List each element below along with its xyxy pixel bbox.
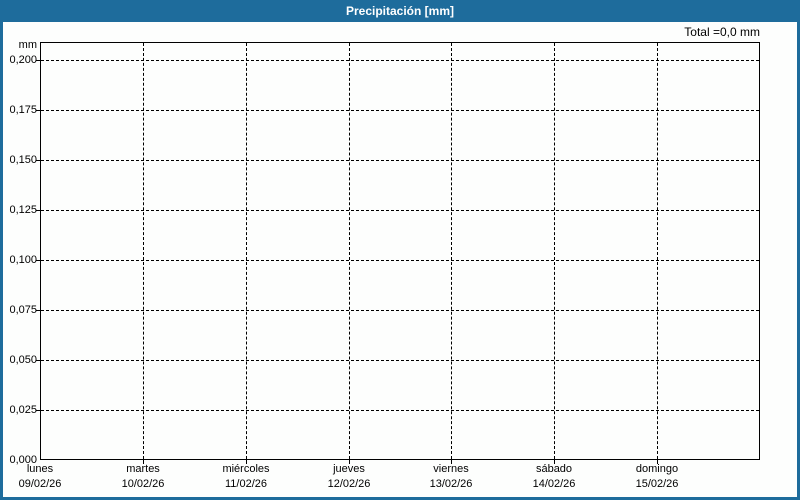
x-day-label: martes <box>126 463 160 475</box>
x-day-label: sábado <box>535 463 573 475</box>
h-gridline <box>41 110 759 111</box>
x-date-label: 10/02/26 <box>121 478 165 490</box>
x-date-label: 09/02/26 <box>18 478 62 490</box>
y-tick-label: 0,050 <box>9 354 37 366</box>
y-tick-label: 0,075 <box>9 304 37 316</box>
v-gridline <box>143 43 144 459</box>
x-date-label: 15/02/26 <box>635 478 679 490</box>
x-day-label: jueves <box>333 463 365 475</box>
v-gridline <box>657 43 658 459</box>
x-day-label: lunes <box>26 463 54 475</box>
y-tick-label: 0,150 <box>9 154 37 166</box>
v-gridline <box>349 43 350 459</box>
x-date-label: 13/02/26 <box>429 478 473 490</box>
v-gridline <box>451 43 452 459</box>
y-axis-unit-label: mm <box>18 39 37 51</box>
x-date-label: 11/02/26 <box>224 478 267 490</box>
h-gridline <box>41 310 759 311</box>
total-precipitation-label: Total =0,0 mm <box>684 25 760 39</box>
y-tick-label: 0,125 <box>9 204 37 216</box>
chart-title: Precipitación [mm] <box>345 4 455 18</box>
y-tick-label: 0,100 <box>9 254 37 266</box>
x-day-label: domingo <box>635 463 679 475</box>
x-day-label: viernes <box>433 463 469 475</box>
v-gridline <box>246 43 247 459</box>
precipitation-chart-window: Precipitación [mm] Total =0,0 mm mm 0,00… <box>0 0 800 500</box>
h-gridline <box>41 60 759 61</box>
x-date-label: 12/02/26 <box>327 478 371 490</box>
h-gridline <box>41 410 759 411</box>
y-tick-label: 0,200 <box>9 54 37 66</box>
x-date-label: 14/02/26 <box>532 478 576 490</box>
h-gridline <box>41 210 759 211</box>
h-gridline <box>41 260 759 261</box>
y-tick-label: 0,025 <box>9 404 37 416</box>
h-gridline <box>41 360 759 361</box>
h-gridline <box>41 160 759 161</box>
chart-title-bar: Precipitación [mm] <box>0 0 800 22</box>
plot-area <box>40 42 760 460</box>
x-day-label: miércoles <box>222 463 270 475</box>
y-tick-label: 0,175 <box>9 104 37 116</box>
v-gridline <box>554 43 555 459</box>
